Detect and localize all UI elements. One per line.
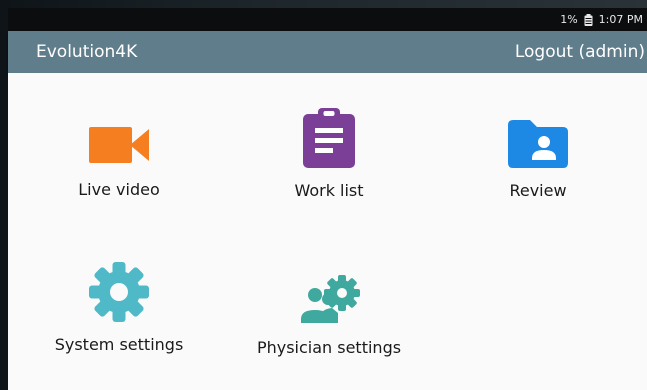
app-bar: Evolution4K Logout (admin) <box>8 31 647 73</box>
status-indicators: 1% 1:07 PM <box>560 13 643 26</box>
app-title: Evolution4K <box>36 42 138 62</box>
videocam-icon <box>89 127 149 163</box>
tile-work-list[interactable]: Work list <box>219 108 439 200</box>
battery-icon <box>584 13 593 26</box>
tile-label: Work list <box>294 181 364 200</box>
tile-label: Review <box>509 181 567 200</box>
home-menu: Live video Work list Review System setti… <box>8 73 647 390</box>
tile-label: System settings <box>54 335 184 354</box>
battery-percent: 1% <box>560 13 578 26</box>
status-bar: 1% 1:07 PM <box>8 8 647 31</box>
device-frame: 1% 1:07 PM Evolution4K Logout (admin) Li… <box>0 0 647 390</box>
gear-icon <box>89 262 149 322</box>
tile-live-video[interactable]: Live video <box>9 123 229 199</box>
clock: 1:07 PM <box>598 13 643 26</box>
tile-physician-settings[interactable]: Physician settings <box>219 273 439 357</box>
tile-label: Live video <box>78 180 160 199</box>
people-gear-icon <box>299 275 360 325</box>
logout-button[interactable]: Logout (admin) <box>515 42 645 62</box>
tile-review[interactable]: Review <box>428 120 647 200</box>
folder-user-icon <box>508 120 568 168</box>
tile-system-settings[interactable]: System settings <box>9 262 229 354</box>
tile-label: Physician settings <box>256 338 402 357</box>
assignment-icon <box>303 108 355 168</box>
